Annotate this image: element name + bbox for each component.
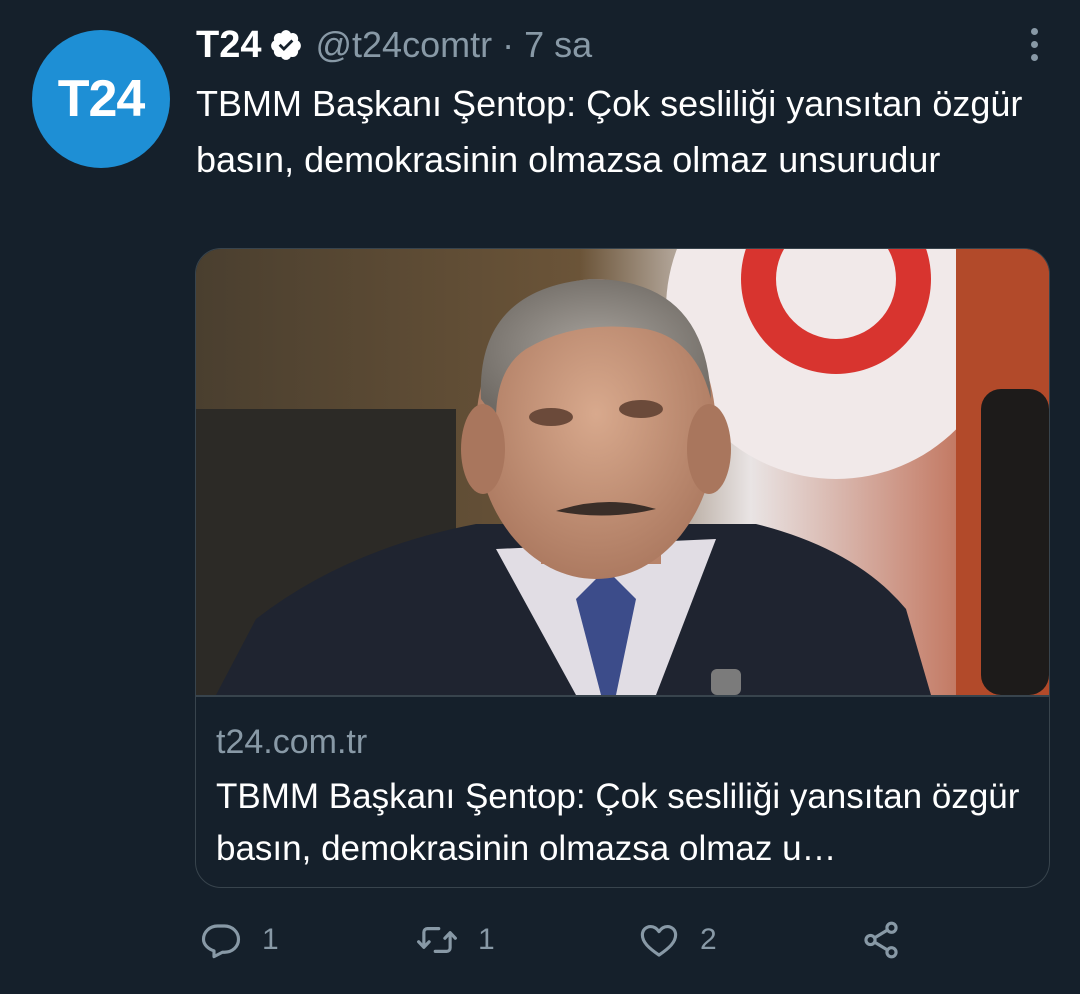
avatar[interactable]: T24 (32, 30, 170, 168)
separator-dot: · (502, 24, 515, 65)
tweet-timestamp[interactable]: 7 sa (524, 24, 592, 66)
share-icon (864, 921, 898, 959)
card-image[interactable] (196, 249, 1049, 695)
retweet-count: 1 (478, 923, 495, 956)
card-title: TBMM Başkanı Şentop: Çok sesliliği yansı… (216, 777, 1020, 868)
tweet-text: TBMM Başkanı Şentop: Çok sesliliği yansı… (196, 83, 1023, 180)
share-button[interactable] (860, 914, 902, 966)
author-name[interactable]: T24 (196, 24, 261, 67)
heart-icon (640, 924, 678, 957)
reply-icon (201, 924, 241, 959)
card-divider (196, 695, 1049, 697)
like-count: 2 (700, 923, 717, 956)
card-domain: t24.com.tr (216, 723, 368, 761)
author-handle[interactable]: @t24comtr (315, 24, 492, 66)
more-options-icon[interactable] (1028, 28, 1040, 64)
like-button[interactable]: 2 (638, 914, 717, 966)
tweet: T24 T24 @t24comtr · 7 sa TBMM Başkanı Şe… (0, 0, 1080, 994)
retweet-button[interactable]: 1 (416, 914, 495, 966)
verified-badge-icon (269, 28, 303, 62)
reply-count: 1 (262, 923, 279, 956)
retweet-icon (417, 927, 457, 953)
tweet-actions: 1 1 2 (200, 914, 960, 966)
tweet-header: T24 @t24comtr · 7 sa (196, 20, 592, 70)
reply-button[interactable]: 1 (200, 914, 279, 966)
link-card[interactable]: t24.com.tr TBMM Başkanı Şentop: Çok sesl… (195, 248, 1050, 888)
avatar-logo-text: T24 (57, 70, 146, 128)
